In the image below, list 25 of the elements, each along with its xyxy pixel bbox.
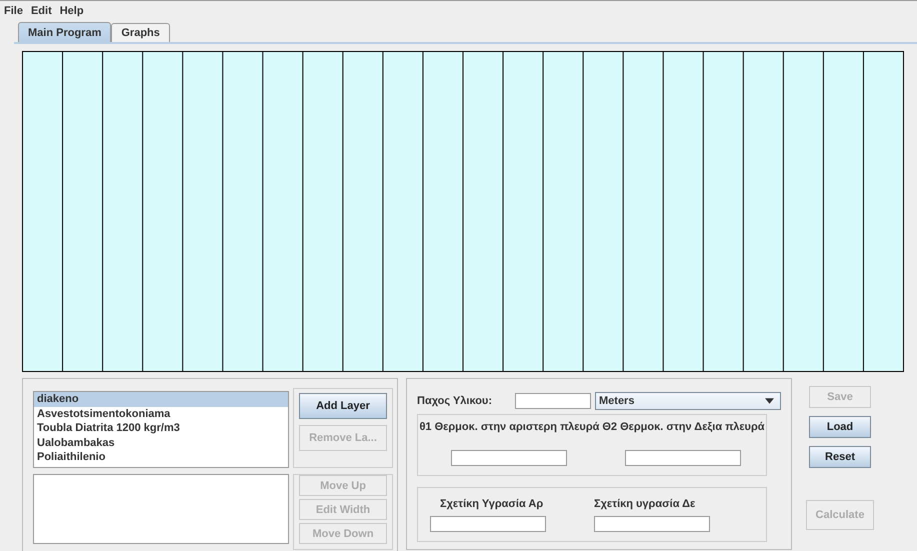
menu-item[interactable]: Help [60,5,84,17]
tab[interactable]: Main Program [18,22,112,42]
temperature-field[interactable] [625,450,742,466]
humidity-label: Σχετίκη Υγρασία Αρ [440,498,544,510]
humidity-field[interactable] [430,516,546,532]
layer-item[interactable]: Toubla Diatrita 1200 kgr/m3 [34,421,288,436]
temperature-field[interactable] [451,450,568,466]
layer-item[interactable]: Ualobambakas [34,436,288,450]
humidity-label: Σχετίκη υγρασία Δε [594,498,696,510]
thickness-field[interactable] [515,393,591,409]
temperature-label: θ1 Θερμοκ. στην αριστερη πλευρά [419,421,600,433]
unit-dropdown[interactable]: Meters [595,392,781,410]
humidity-field[interactable] [594,516,710,532]
temperature-label: Θ2 Θερμοκ. στην Δεξια πλευρά [602,421,765,433]
caret-icon [765,398,774,404]
menu-item[interactable]: Edit [30,5,52,17]
file-button[interactable]: Reset [809,446,871,468]
layer-button[interactable]: Add Layer [299,393,387,419]
layer-item[interactable]: Poliaithilenio [34,450,288,464]
thickness-label: Παχος Υλικου: [417,395,494,407]
layer-item[interactable]: Asvestotsimentokoniama [34,406,288,421]
tab[interactable]: Graphs [111,23,170,42]
file-button[interactable]: Load [809,416,871,438]
layer-item[interactable]: diakeno [34,392,288,406]
menu-item[interactable]: File [4,5,23,17]
